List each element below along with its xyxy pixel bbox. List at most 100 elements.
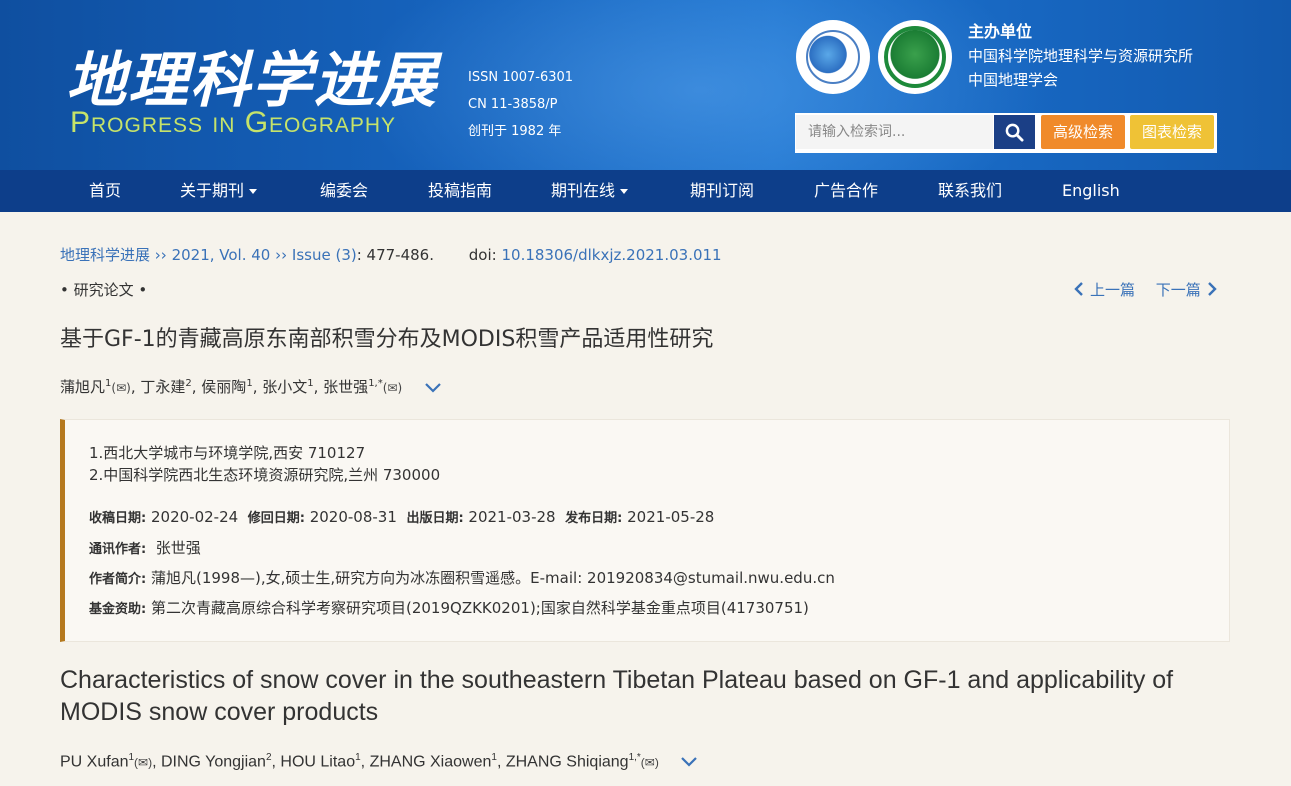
nav-label: 期刊订阅: [690, 181, 755, 200]
sponsor-cas: 中国科学院地理科学与资源研究所: [968, 47, 1194, 65]
prev-label: 上一篇: [1090, 281, 1136, 299]
affiliation-list: 1.西北大学城市与环境学院,西安 710127 2.中国科学院西北生态环境资源研…: [89, 442, 440, 486]
author-list-cn: 蒲旭凡1(✉), 丁永建2, 侯丽陶1, 张小文1, 张世强1,*(✉): [60, 376, 441, 397]
chevron-left-icon: [1074, 282, 1083, 296]
next-article-link[interactable]: 下一篇: [1156, 281, 1217, 299]
sponsor-gsc: 中国地理学会: [968, 71, 1059, 89]
mail-icon[interactable]: (✉): [383, 381, 402, 395]
author-name[interactable]: PU Xufan: [60, 753, 128, 770]
author-name[interactable]: 张小文: [262, 378, 307, 396]
mail-icon[interactable]: (✉): [641, 755, 659, 769]
revised-label: 修回日期:: [247, 511, 305, 526]
author-name[interactable]: 侯丽陶: [201, 378, 246, 396]
author-affil-sup: 1: [491, 752, 497, 763]
breadcrumb-sep: ››: [275, 246, 288, 264]
advanced-search-button[interactable]: 高级检索: [1041, 115, 1125, 149]
bio-label: 作者简介:: [89, 572, 147, 587]
author-affil-sup: 2: [185, 378, 192, 389]
chart-search-button[interactable]: 图表检索: [1130, 115, 1214, 149]
author-list-en: PU Xufan1(✉), DING Yongjian2, HOU Litao1…: [60, 752, 698, 771]
published-label: 发布日期:: [565, 511, 623, 526]
nav-item-home[interactable]: 首页: [89, 170, 121, 212]
issn-text: ISSN 1007-6301: [468, 70, 574, 85]
doi-link[interactable]: 10.18306/dlkxjz.2021.03.011: [501, 246, 721, 264]
caret-down-icon: [620, 189, 629, 194]
received-date: 2020-02-24: [150, 508, 239, 526]
breadcrumb-volume-link[interactable]: 2021, Vol. 40: [172, 246, 271, 264]
author-affil-sup: 1,*: [368, 378, 383, 389]
author-name[interactable]: HOU Litao: [280, 753, 355, 770]
article-pager: 上一篇 下一篇: [1074, 279, 1217, 300]
author-affil-sup: 1: [246, 378, 253, 389]
page-range: : 477-486.: [356, 246, 434, 264]
article-title-cn: 基于GF-1的青藏高原东南部积雪分布及MODIS积雪产品适用性研究: [60, 327, 714, 352]
mail-icon[interactable]: (✉): [134, 755, 152, 769]
nav-item-editorial-board[interactable]: 编委会: [320, 170, 368, 212]
date-row: 收稿日期: 2020-02-24 修回日期: 2020-08-31 出版日期: …: [89, 507, 714, 526]
author-name[interactable]: 丁永建: [140, 378, 185, 396]
online-date: 2021-03-28: [468, 508, 556, 526]
breadcrumb: 地理科学进展 ›› 2021, Vol. 40 ›› Issue (3): 47…: [60, 244, 722, 265]
mail-icon[interactable]: (✉): [111, 381, 130, 395]
author-name[interactable]: ZHANG Xiaowen: [370, 753, 492, 770]
author-affil-sup: 1: [355, 752, 361, 763]
search-input[interactable]: [796, 115, 993, 149]
nav-item-subscription[interactable]: 期刊订阅: [690, 170, 754, 212]
gsc-seal-icon: [878, 20, 952, 94]
journal-info: ISSN 1007-6301 CN 11-3858/P 创刊于 1982 年: [468, 64, 573, 145]
chevron-right-icon: [1207, 282, 1217, 296]
chevron-down-icon[interactable]: [425, 382, 441, 393]
sponsor-block: 主办单位 中国科学院地理科学与资源研究所 中国地理学会: [968, 20, 1193, 92]
online-label: 出版日期:: [406, 511, 464, 526]
nav-label: 联系我们: [938, 181, 1003, 200]
nav-item-english[interactable]: English: [1062, 170, 1120, 212]
site-header: 地理科学进展 Progress in Geography ISSN 1007-6…: [0, 0, 1291, 170]
affiliation-item: 2.中国科学院西北生态环境资源研究院,兰州 730000: [89, 466, 441, 484]
journal-logo-en[interactable]: Progress in Geography: [70, 106, 396, 140]
received-label: 收稿日期:: [89, 511, 147, 526]
breadcrumb-journal-link[interactable]: 地理科学进展: [60, 246, 150, 264]
nav-label: 首页: [89, 181, 122, 200]
breadcrumb-issue-link[interactable]: Issue (3): [292, 246, 357, 264]
funding-row: 基金资助: 第二次青藏高原综合科学考察研究项目(2019QZKK0201);国家…: [89, 597, 809, 618]
author-affil-sup: 2: [265, 752, 272, 763]
author-name[interactable]: ZHANG Shiqiang: [506, 753, 629, 770]
nav-label: 期刊在线: [551, 181, 616, 200]
search-button[interactable]: [994, 115, 1035, 149]
author-name[interactable]: 蒲旭凡: [60, 378, 105, 396]
nav-item-submission-guide[interactable]: 投稿指南: [428, 170, 492, 212]
founded-text: 创刊于 1982 年: [468, 124, 562, 139]
cn-number-text: CN 11-3858/P: [468, 97, 558, 112]
corresponding-label: 通讯作者:: [89, 542, 147, 557]
search-bar: 高级检索 图表检索: [795, 113, 1217, 153]
revised-date: 2020-08-31: [309, 508, 397, 526]
next-label: 下一篇: [1155, 281, 1201, 299]
prev-article-link[interactable]: 上一篇: [1074, 281, 1140, 299]
sponsor-title: 主办单位: [968, 22, 1033, 41]
nav-label: 投稿指南: [428, 181, 493, 200]
author-bio: 蒲旭凡(1998—),女,硕士生,研究方向为冰冻圈积雪遥感。E-mail: 20…: [150, 569, 835, 587]
affiliation-item: 1.西北大学城市与环境学院,西安 710127: [89, 444, 366, 462]
nav-item-advertising[interactable]: 广告合作: [814, 170, 878, 212]
corresponding-row: 通讯作者: 张世强: [89, 537, 201, 558]
nav-label: 广告合作: [814, 181, 879, 200]
author-name[interactable]: 张世强: [323, 378, 368, 396]
nav-label: English: [1062, 181, 1120, 200]
corresponding-author: 张世强: [155, 539, 201, 557]
cas-seal-icon: [796, 20, 870, 94]
author-affil-sup: 1: [307, 378, 314, 389]
nav-label: 关于期刊: [180, 181, 245, 200]
funding-label: 基金资助:: [89, 602, 147, 617]
search-icon: [1005, 123, 1024, 142]
nav-item-journal-online[interactable]: 期刊在线: [551, 170, 629, 212]
nav-item-about[interactable]: 关于期刊: [180, 170, 258, 212]
bio-row: 作者简介: 蒲旭凡(1998—),女,硕士生,研究方向为冰冻圈积雪遥感。E-ma…: [89, 567, 835, 588]
main-nav: 首页 关于期刊 编委会 投稿指南 期刊在线 期刊订阅 广告合作 联系我们 Eng…: [0, 170, 1291, 212]
author-affil-sup: 1,*: [628, 752, 641, 763]
article-category: • 研究论文 •: [60, 281, 148, 299]
doi-label: doi:: [468, 246, 497, 264]
chevron-down-icon[interactable]: [681, 757, 698, 767]
author-name[interactable]: DING Yongjian: [161, 753, 266, 770]
breadcrumb-sep: ››: [154, 246, 167, 264]
nav-item-contact[interactable]: 联系我们: [938, 170, 1002, 212]
